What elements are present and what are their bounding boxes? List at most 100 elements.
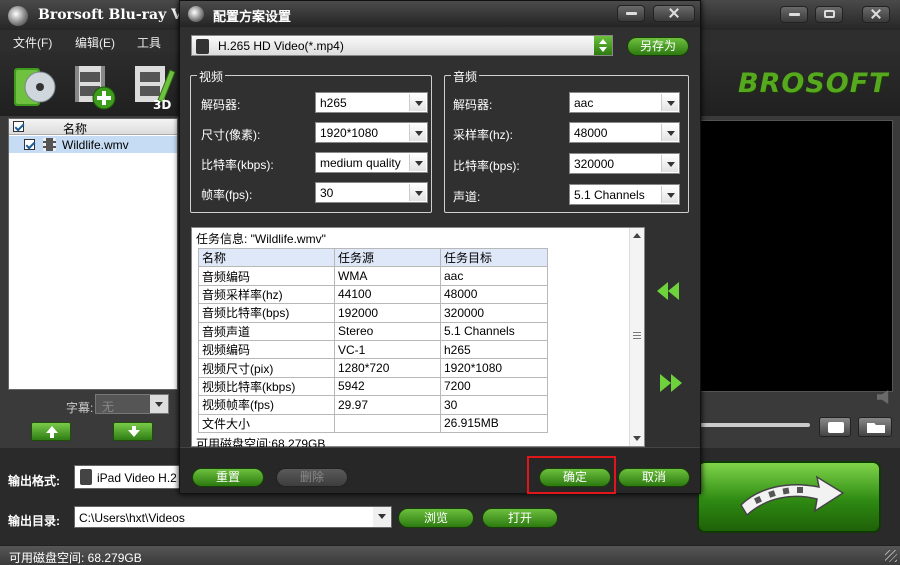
table-cell: aac [440,266,548,286]
table-cell: VC-1 [334,339,441,360]
output-dir-input[interactable]: C:\Users\hxt\Videos [74,506,392,528]
table-row: 音频比特率(bps) 192000 320000 [198,303,548,323]
main-minimize-button[interactable] [780,6,808,23]
edit-3d-icon[interactable]: 3D [132,60,178,110]
app-logo-icon [188,6,204,22]
dialog-close-button[interactable] [653,5,695,22]
table-cell: 视频比特率(kbps) [198,376,335,397]
video-size-value: 1920*1080 [320,126,379,140]
volume-icon[interactable] [877,390,889,404]
video-group-title: 视频 [197,68,226,85]
chevron-down-icon [409,184,426,201]
table-cell: 视频尺寸(pix) [198,358,335,378]
output-format-value: iPad Video H.2 [97,471,177,485]
table-cell: 5942 [334,376,441,397]
table-cell: 1920*1080 [440,358,548,378]
add-video-icon[interactable] [72,60,118,110]
browse-button[interactable]: 浏览 [398,508,474,528]
table-row: 视频编码 VC-1 h265 [198,339,548,360]
column-header-name[interactable]: 名称 [63,120,87,137]
table-cell: 7200 [440,376,548,397]
reset-button[interactable]: 重置 [192,468,264,487]
menu-file[interactable]: 文件(F) [13,34,52,51]
audio-samplerate-select[interactable]: 48000 [569,122,680,143]
subtitle-select[interactable]: 无 [95,394,169,414]
scroll-grip-icon[interactable] [633,332,641,339]
open-folder-button[interactable] [858,417,892,437]
chevron-down-icon [409,154,426,171]
cancel-button[interactable]: 取消 [618,468,690,487]
open-button[interactable]: 打开 [482,508,558,528]
table-cell: 文件大小 [198,413,335,433]
collapse-panel-button[interactable] [656,280,682,302]
audio-codec-label: 解码器: [453,98,493,112]
chevron-down-icon [661,94,678,111]
video-framerate-value: 30 [320,186,334,200]
expand-panel-button[interactable] [658,372,684,394]
menu-tools[interactable]: 工具 [137,34,161,51]
profile-select[interactable]: H.265 HD Video(*.mp4) [191,35,613,56]
scroll-up-icon[interactable] [633,233,641,238]
output-format-label: 输出格式: [8,474,60,488]
audio-codec-select[interactable]: aac [569,92,680,113]
file-list-item[interactable]: Wildlife.wmv [9,136,177,153]
audio-samplerate-value: 48000 [574,126,608,140]
audio-channels-select[interactable]: 5.1 Channels [569,184,680,205]
video-size-select[interactable]: 1920*1080 [315,122,428,143]
video-codec-label: 解码器: [201,98,241,112]
delete-button[interactable]: 删除 [276,468,348,487]
scroll-down-icon[interactable] [633,436,641,441]
convert-arrow-icon [740,475,845,517]
chevron-down-icon[interactable] [373,507,391,527]
info-scrollbar[interactable] [629,228,644,446]
dialog-body: H.265 HD Video(*.mp4) 另存为 视频 解码器: h265 尺… [180,27,700,451]
move-up-button[interactable] [31,422,71,441]
select-all-checkbox[interactable] [13,121,24,132]
file-checkbox[interactable] [24,139,35,150]
video-bitrate-select[interactable]: medium quality [315,152,428,173]
task-info-table: 名称 任务源 任务目标 音频编码 WMA aac 音频采样率(hz) 44100 480… [198,247,548,433]
main-maximize-button[interactable] [815,6,843,23]
ipad-icon [80,469,92,485]
free-space-status: 可用磁盘空间: 68.279GB [9,551,142,565]
audio-bitrate-select[interactable]: 320000 [569,153,680,174]
audio-bitrate-label: 比特率(bps): [453,159,520,173]
subtitle-label: 字幕: [66,401,94,415]
dialog-minimize-button[interactable] [617,5,645,22]
maximize-icon [824,10,835,18]
main-close-button[interactable] [862,6,890,23]
video-codec-select[interactable]: h265 [315,92,428,113]
table-cell: Stereo [334,321,441,341]
ok-button[interactable]: 确定 [539,468,611,487]
seek-bar[interactable] [700,423,810,427]
video-framerate-select[interactable]: 30 [315,182,428,203]
app-logo-icon [8,6,28,26]
chevron-down-icon [150,395,168,413]
output-format-select[interactable]: iPad Video H.2 [74,465,180,489]
resize-grip[interactable] [885,550,897,562]
double-right-arrow-icon [660,374,671,392]
disc-icon[interactable] [10,60,56,110]
table-cell [334,413,441,433]
folder-icon [867,423,885,433]
close-icon [667,6,681,20]
menu-edit[interactable]: 编辑(E) [75,34,115,51]
convert-button[interactable] [697,461,881,533]
task-info-title: 任务信息: "Wildlife.wmv" [196,232,326,246]
dialog-title: 配置方案设置 [213,9,292,24]
profile-value: H.265 HD Video(*.mp4) [218,39,344,53]
table-cell: 26.915MB [440,413,548,433]
spinner-icon[interactable] [594,36,612,55]
video-framerate-label: 帧率(fps): [201,188,253,202]
snapshot-button[interactable] [819,417,851,437]
table-cell: 29.97 [334,395,441,415]
save-as-button[interactable]: 另存为 [627,37,689,56]
dialog-titlebar: 配置方案设置 [180,1,700,27]
move-down-button[interactable] [113,422,153,441]
file-list: 名称 Wildlife.wmv [8,118,178,390]
chevron-down-icon [661,186,678,203]
brand-logo: BROSOFT [738,68,889,99]
video-settings-group: 视频 解码器: h265 尺寸(像素): 1920*1080 比特率(kbps)… [190,68,432,213]
table-cell: 5.1 Channels [440,321,548,341]
table-row: 视频尺寸(pix) 1280*720 1920*1080 [198,358,548,378]
